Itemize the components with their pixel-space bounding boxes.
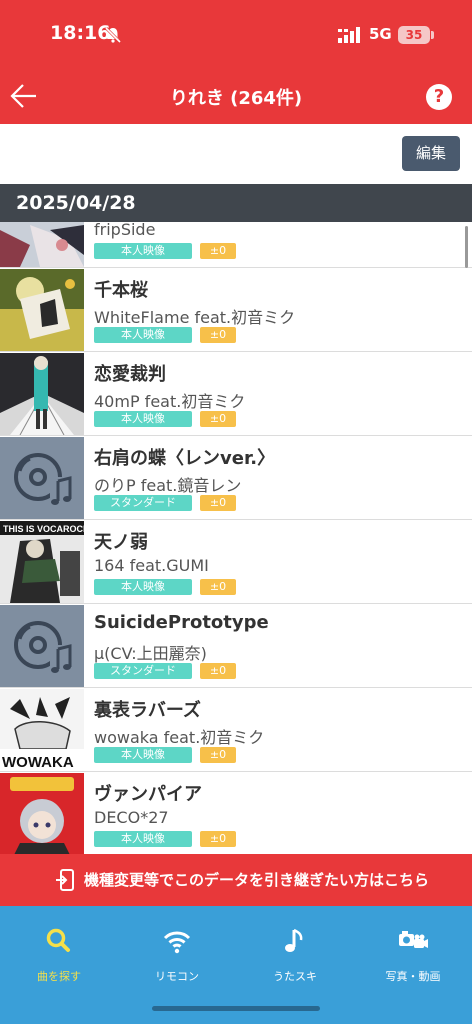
video-type-badge: 本人映像 (94, 243, 192, 259)
toolbar: 編集 (0, 124, 472, 184)
song-title: 右肩の蝶〈レンver.〉 (94, 448, 276, 469)
network-type: 5G (369, 25, 392, 43)
banner-text: 機種変更等でこのデータを引き継ぎたい方はこちら (84, 871, 430, 889)
battery-icon: 35 (398, 26, 430, 44)
status-bar: 18:16 5G 35 (0, 0, 472, 70)
list-item[interactable]: SuicidePrototype μ(CV:上田麗奈) スタンダード ±0 (0, 604, 472, 688)
key-badge: ±0 (200, 579, 236, 595)
album-art-text: WOWAKA (2, 754, 74, 771)
album-art (0, 353, 84, 435)
disc-music-icon (0, 437, 84, 519)
album-art: WOWAKA (0, 689, 84, 771)
video-type-badge: 本人映像 (94, 411, 192, 427)
tab-label: リモコン (155, 970, 199, 983)
tab-photo-video[interactable]: 写真・動画 (354, 926, 472, 996)
tab-utasuki[interactable]: うたスキ (236, 926, 354, 996)
wifi-icon (163, 931, 191, 954)
key-badge: ±0 (200, 747, 236, 763)
list-item[interactable]: ヴァンパイア DECO*27 本人映像 ±0 (0, 772, 472, 854)
song-title: 天ノ弱 (94, 532, 148, 553)
video-type-badge: 本人映像 (94, 579, 192, 595)
transfer-icon (56, 869, 74, 891)
status-time: 18:16 (50, 22, 111, 44)
disc-music-icon (0, 605, 84, 687)
song-artist: μ(CV:上田麗奈) (94, 644, 207, 663)
album-art-placeholder (0, 437, 84, 519)
search-icon (46, 928, 70, 952)
key-badge: ±0 (200, 495, 236, 511)
song-title: ヴァンパイア (94, 784, 202, 805)
list-item[interactable]: fripSide 本人映像 ±0 (0, 222, 472, 268)
key-badge: ±0 (200, 411, 236, 427)
key-badge: ±0 (200, 831, 236, 847)
key-badge: ±0 (200, 327, 236, 343)
song-artist: DECO*27 (94, 808, 169, 827)
video-type-badge: スタンダード (94, 663, 192, 679)
song-artist: 40mP feat.初音ミク (94, 392, 246, 411)
song-title: 恋愛裁判 (94, 364, 166, 385)
album-art (0, 773, 84, 854)
list-item[interactable]: 右肩の蝶〈レンver.〉 のりP feat.鏡音レン スタンダード ±0 (0, 436, 472, 520)
song-title: 千本桜 (94, 280, 148, 301)
key-badge: ±0 (200, 663, 236, 679)
album-art (0, 222, 84, 267)
list-item[interactable]: THIS IS VOCAROCK 天ノ弱 164 feat.GUMI 本人映像 … (0, 520, 472, 604)
data-transfer-banner[interactable]: 機種変更等でこのデータを引き継ぎたい方はこちら (0, 854, 472, 906)
video-type-badge: 本人映像 (94, 831, 192, 847)
song-title: SuicidePrototype (94, 612, 269, 633)
camera-icon (399, 931, 428, 948)
song-artist: のりP feat.鏡音レン (94, 476, 242, 495)
battery-cap (431, 31, 434, 39)
song-artist: 164 feat.GUMI (94, 556, 209, 575)
scrollbar[interactable] (465, 226, 468, 268)
tab-label: うたスキ (273, 970, 317, 983)
video-type-badge: 本人映像 (94, 747, 192, 763)
video-type-badge: 本人映像 (94, 327, 192, 343)
bell-muted-icon (104, 26, 122, 44)
edit-button[interactable]: 編集 (402, 136, 460, 171)
home-indicator (152, 1006, 320, 1011)
album-art (0, 269, 84, 351)
song-artist: fripSide (94, 222, 156, 239)
app-header: 18:16 5G 35 りれき (264件) ? (0, 0, 472, 124)
tab-label: 写真・動画 (385, 970, 441, 983)
album-art-text: THIS IS VOCAROCK (3, 524, 84, 534)
tab-label: 曲を探す (37, 970, 81, 983)
tab-search[interactable]: 曲を探す (0, 926, 118, 996)
list-item[interactable]: WOWAKA 裏表ラバーズ wowaka feat.初音ミク 本人映像 ±0 (0, 688, 472, 772)
video-type-badge: スタンダード (94, 495, 192, 511)
key-badge: ±0 (200, 243, 236, 259)
song-title: 裏表ラバーズ (94, 700, 201, 721)
date-group-header: 2025/04/28 (0, 184, 472, 222)
help-button[interactable]: ? (426, 84, 452, 110)
song-artist: wowaka feat.初音ミク (94, 728, 265, 747)
music-note-icon (285, 928, 303, 952)
list-item[interactable]: 千本桜 WhiteFlame feat.初音ミク 本人映像 ±0 (0, 268, 472, 352)
list-item[interactable]: 恋愛裁判 40mP feat.初音ミク 本人映像 ±0 (0, 352, 472, 436)
album-art: THIS IS VOCAROCK (0, 521, 84, 603)
history-list[interactable]: fripSide 本人映像 ±0 千本桜 WhiteFlame feat.初音ミ… (0, 222, 472, 854)
signal-icon (338, 27, 360, 43)
album-art-placeholder (0, 605, 84, 687)
song-artist: WhiteFlame feat.初音ミク (94, 308, 296, 327)
page-title: りれき (264件) (169, 88, 303, 109)
tab-remote[interactable]: リモコン (118, 926, 236, 996)
